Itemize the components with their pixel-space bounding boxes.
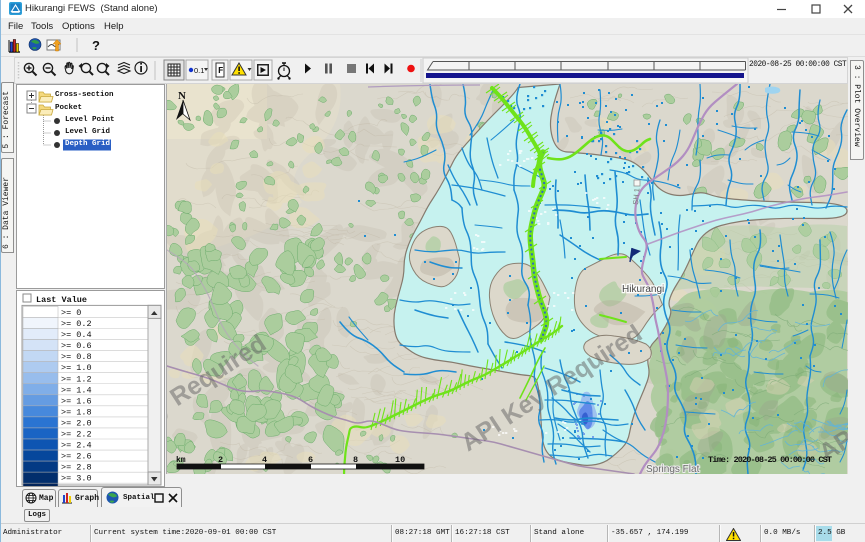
svg-text:>= 0.2: >= 0.2 xyxy=(61,319,92,329)
svg-text:N: N xyxy=(178,90,186,102)
svg-text:6: 6 xyxy=(308,455,313,465)
svg-text:?: ? xyxy=(92,38,100,53)
svg-text:Last Value: Last Value xyxy=(36,295,87,305)
svg-text:>= 0.4: >= 0.4 xyxy=(61,330,92,340)
svg-text:4: 4 xyxy=(262,455,267,465)
svg-text:8: 8 xyxy=(353,455,358,465)
svg-text:0.1: 0.1 xyxy=(194,66,204,75)
svg-text:10: 10 xyxy=(395,455,405,465)
svg-text:SH 1: SH 1 xyxy=(631,188,641,205)
svg-text:>= 1.4: >= 1.4 xyxy=(61,385,92,395)
svg-text:>= 2.2: >= 2.2 xyxy=(61,430,92,440)
svg-text:>= 2.0: >= 2.0 xyxy=(61,418,92,428)
svg-text:2: 2 xyxy=(218,455,223,465)
svg-text:Springs Flat: Springs Flat xyxy=(646,464,700,474)
svg-text:>= 3.0: >= 3.0 xyxy=(61,474,92,484)
svg-text:>= 0.6: >= 0.6 xyxy=(61,341,92,351)
svg-text:>= 0: >= 0 xyxy=(61,308,81,318)
svg-text:>= 0.8: >= 0.8 xyxy=(61,352,92,362)
svg-text:>= 1.2: >= 1.2 xyxy=(61,374,92,384)
svg-text:>= 1.0: >= 1.0 xyxy=(61,363,92,373)
svg-text:>= 1.8: >= 1.8 xyxy=(61,407,92,417)
svg-text:Hikurangi: Hikurangi xyxy=(622,284,664,295)
svg-text:F: F xyxy=(218,66,223,76)
svg-text:>= 2.8: >= 2.8 xyxy=(61,463,92,473)
svg-text:Time: 2020-08-25 00:00:00 CST: Time: 2020-08-25 00:00:00 CST xyxy=(708,455,832,465)
svg-text:>= 2.4: >= 2.4 xyxy=(61,441,92,451)
svg-text:>= 1.6: >= 1.6 xyxy=(61,396,92,406)
svg-text:>= 2.6: >= 2.6 xyxy=(61,452,92,462)
svg-text:>= 3.2: >= 3.2 xyxy=(61,485,92,486)
